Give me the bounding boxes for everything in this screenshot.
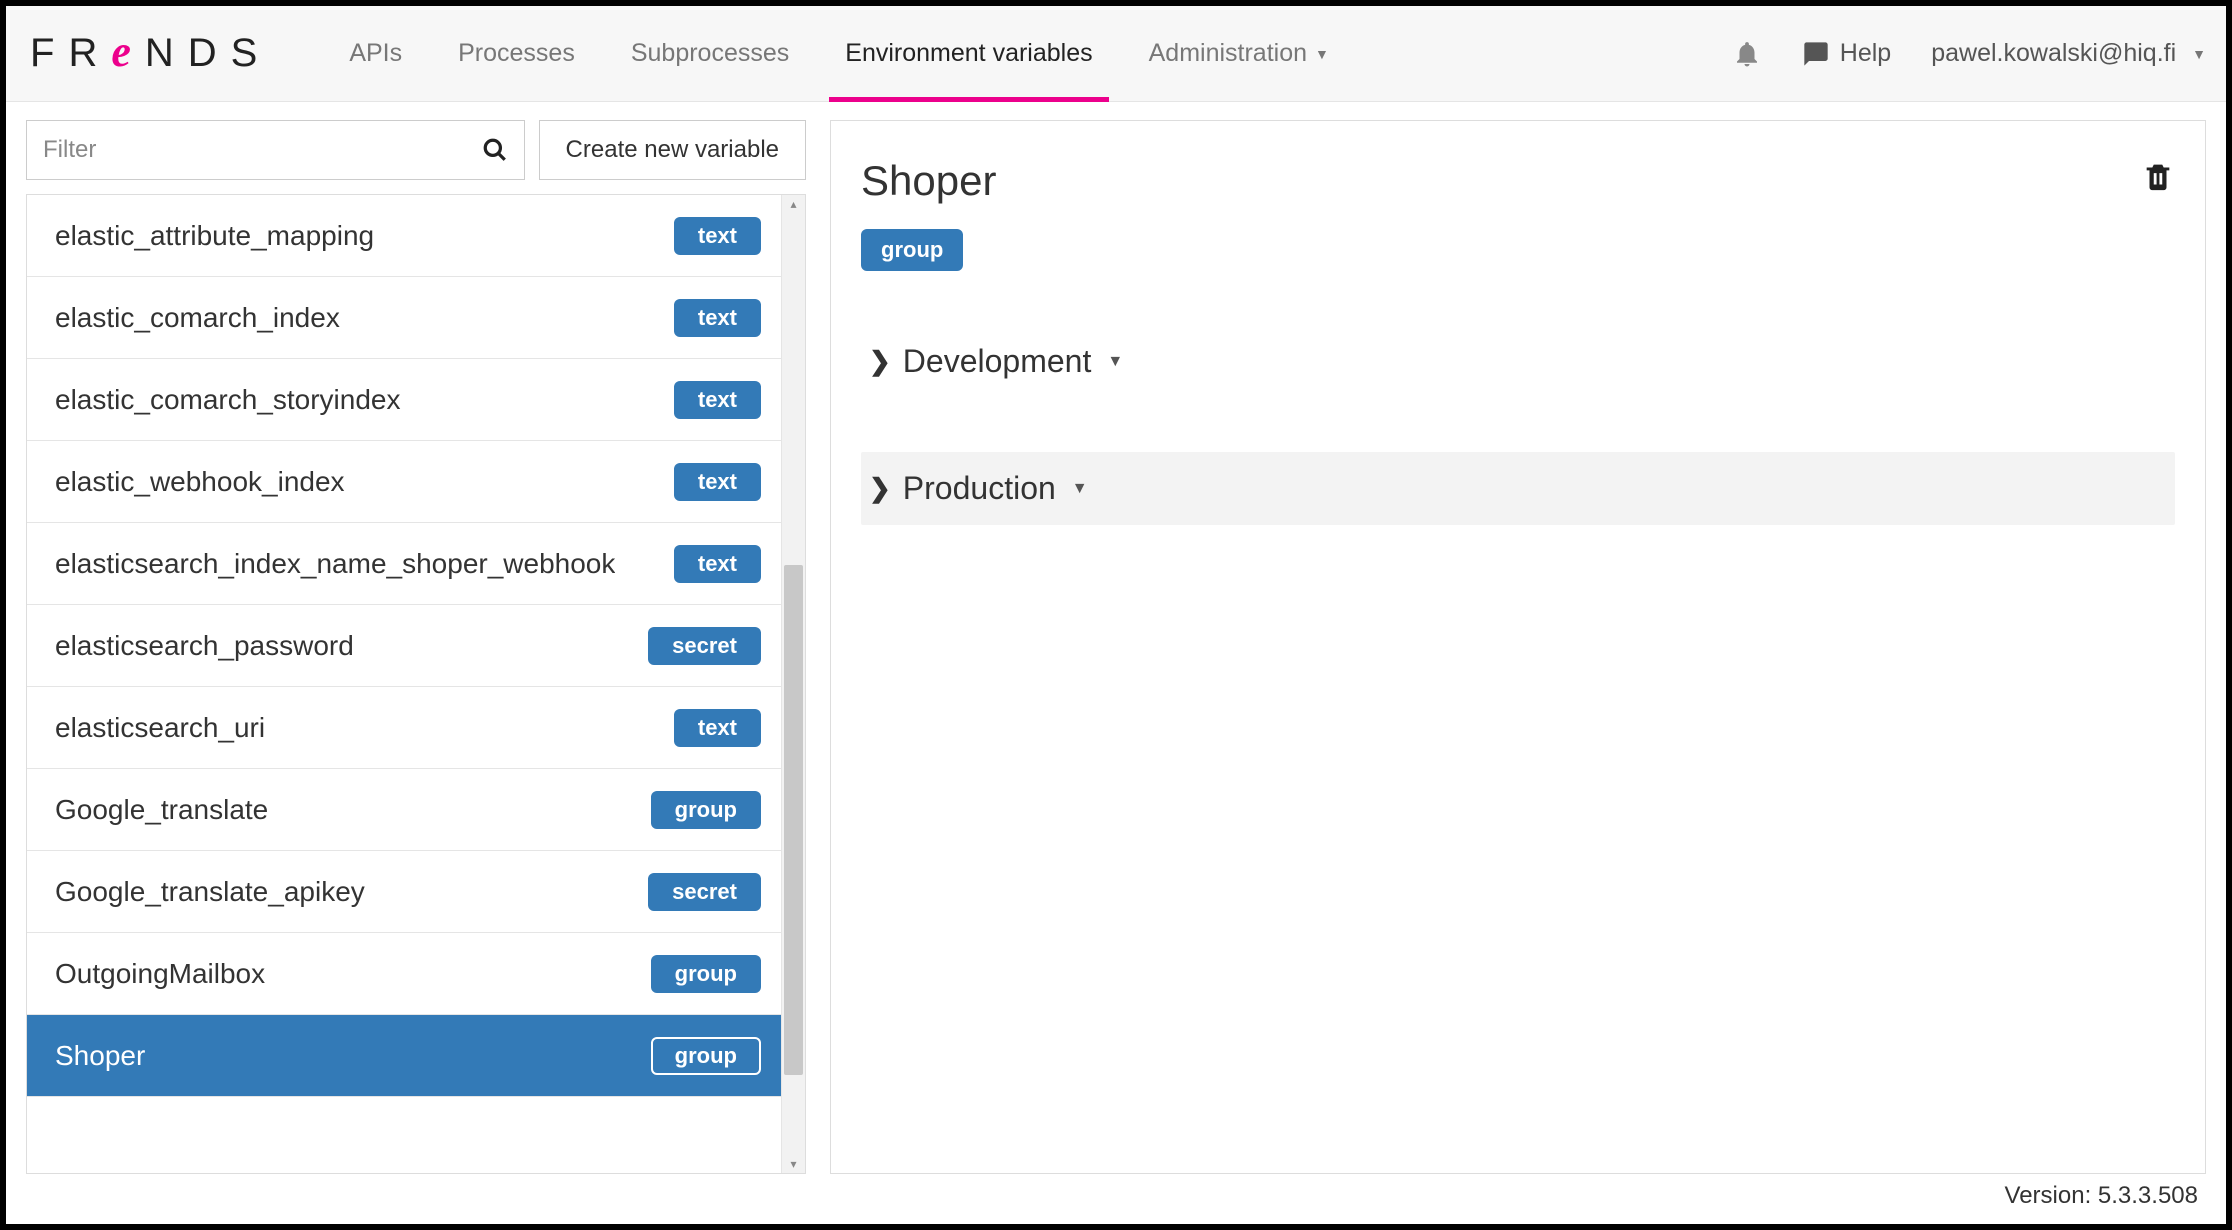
top-navbar: FReNDS APIsProcessesSubprocessesEnvironm… bbox=[6, 6, 2226, 102]
variable-row[interactable]: elasticsearch_uri text bbox=[27, 687, 781, 769]
environment-production[interactable]: ❯ Production ▼ bbox=[861, 452, 2175, 525]
frends-logo: FReNDS bbox=[30, 28, 271, 79]
variable-name: elastic_comarch_storyindex bbox=[55, 384, 401, 416]
variable-name: elastic_webhook_index bbox=[55, 466, 345, 498]
user-email: pawel.kowalski@hiq.fi bbox=[1931, 39, 2176, 68]
environment-label: Production bbox=[903, 470, 1056, 507]
environment-development[interactable]: ❯ Development ▼ bbox=[861, 325, 2175, 398]
caret-down-icon: ▼ bbox=[1315, 46, 1329, 62]
nav-items: APIsProcessesSubprocessesEnvironment var… bbox=[321, 6, 1357, 101]
variable-row[interactable]: elastic_comarch_storyindex text bbox=[27, 359, 781, 441]
scroll-down-icon[interactable]: ▾ bbox=[782, 1157, 805, 1171]
caret-down-icon[interactable]: ▼ bbox=[1107, 353, 1123, 371]
detail-title: Shoper bbox=[861, 157, 996, 205]
variable-type-badge: text bbox=[674, 217, 761, 255]
variable-row[interactable]: Google_translate_apikey secret bbox=[27, 851, 781, 933]
notifications-icon[interactable] bbox=[1732, 39, 1762, 69]
variable-row[interactable]: elastic_attribute_mapping text bbox=[27, 195, 781, 277]
scrollbar[interactable]: ▴ ▾ bbox=[781, 195, 805, 1173]
main-content: Create new variable elastic_attribute_ma… bbox=[6, 102, 2226, 1174]
version-footer: Version: 5.3.3.508 bbox=[2005, 1182, 2198, 1210]
detail-type-badge: group bbox=[861, 229, 963, 271]
nav-item-administration[interactable]: Administration▼ bbox=[1121, 6, 1357, 101]
search-icon[interactable] bbox=[482, 137, 508, 163]
help-icon bbox=[1802, 40, 1830, 68]
variable-row[interactable]: OutgoingMailbox group bbox=[27, 933, 781, 1015]
variable-name: elastic_comarch_index bbox=[55, 302, 340, 334]
variable-type-badge: group bbox=[651, 1037, 761, 1075]
navbar-right: Help pawel.kowalski@hiq.fi ▼ bbox=[1732, 39, 2206, 69]
variable-row[interactable]: elastic_webhook_index text bbox=[27, 441, 781, 523]
variable-type-badge: text bbox=[674, 545, 761, 583]
filter-input[interactable] bbox=[43, 136, 482, 164]
variable-name: elasticsearch_uri bbox=[55, 712, 265, 744]
variable-type-badge: group bbox=[651, 955, 761, 993]
environment-label: Development bbox=[903, 343, 1092, 380]
sidebar: Create new variable elastic_attribute_ma… bbox=[26, 120, 806, 1174]
nav-item-subprocesses[interactable]: Subprocesses bbox=[603, 6, 817, 101]
variable-type-badge: text bbox=[674, 381, 761, 419]
chevron-right-icon: ❯ bbox=[869, 473, 891, 504]
caret-down-icon[interactable]: ▼ bbox=[1072, 480, 1088, 498]
variable-name: OutgoingMailbox bbox=[55, 958, 265, 990]
scroll-up-icon[interactable]: ▴ bbox=[782, 197, 805, 211]
variable-name: Google_translate_apikey bbox=[55, 876, 365, 908]
chevron-right-icon: ❯ bbox=[869, 346, 891, 377]
variable-type-badge: text bbox=[674, 709, 761, 747]
variable-name: elasticsearch_password bbox=[55, 630, 354, 662]
create-variable-button[interactable]: Create new variable bbox=[539, 120, 806, 180]
user-menu[interactable]: pawel.kowalski@hiq.fi ▼ bbox=[1931, 39, 2206, 68]
variable-type-badge: text bbox=[674, 299, 761, 337]
detail-header: Shoper bbox=[861, 157, 2175, 205]
detail-panel: Shoper group ❯ Development ▼ ❯ Productio… bbox=[830, 120, 2206, 1174]
scrollbar-thumb[interactable] bbox=[784, 565, 803, 1075]
variable-name: Shoper bbox=[55, 1040, 145, 1072]
help-link[interactable]: Help bbox=[1802, 39, 1891, 68]
nav-item-processes[interactable]: Processes bbox=[430, 6, 603, 101]
filter-input-wrap[interactable] bbox=[26, 120, 525, 180]
caret-down-icon: ▼ bbox=[2192, 46, 2206, 62]
variable-row[interactable]: elasticsearch_password secret bbox=[27, 605, 781, 687]
sidebar-toolbar: Create new variable bbox=[26, 120, 806, 180]
variable-name: elastic_attribute_mapping bbox=[55, 220, 374, 252]
variable-row[interactable]: Shoper group bbox=[27, 1015, 781, 1097]
variable-type-badge: text bbox=[674, 463, 761, 501]
nav-item-environment-variables[interactable]: Environment variables bbox=[817, 6, 1120, 101]
variable-name: elasticsearch_index_name_shoper_webhook bbox=[55, 548, 615, 580]
variable-name: Google_translate bbox=[55, 794, 268, 826]
delete-icon[interactable] bbox=[2141, 157, 2175, 195]
variable-list-wrap: elastic_attribute_mappingtextelastic_com… bbox=[26, 194, 806, 1174]
variable-type-badge: secret bbox=[648, 627, 761, 665]
nav-item-apis[interactable]: APIs bbox=[321, 6, 430, 101]
variable-row[interactable]: elastic_comarch_index text bbox=[27, 277, 781, 359]
variable-list: elastic_attribute_mappingtextelastic_com… bbox=[27, 195, 781, 1173]
variable-row[interactable]: Google_translate group bbox=[27, 769, 781, 851]
help-label: Help bbox=[1840, 39, 1891, 68]
variable-type-badge: group bbox=[651, 791, 761, 829]
variable-type-badge: secret bbox=[648, 873, 761, 911]
variable-row[interactable]: elasticsearch_index_name_shoper_webhook t… bbox=[27, 523, 781, 605]
